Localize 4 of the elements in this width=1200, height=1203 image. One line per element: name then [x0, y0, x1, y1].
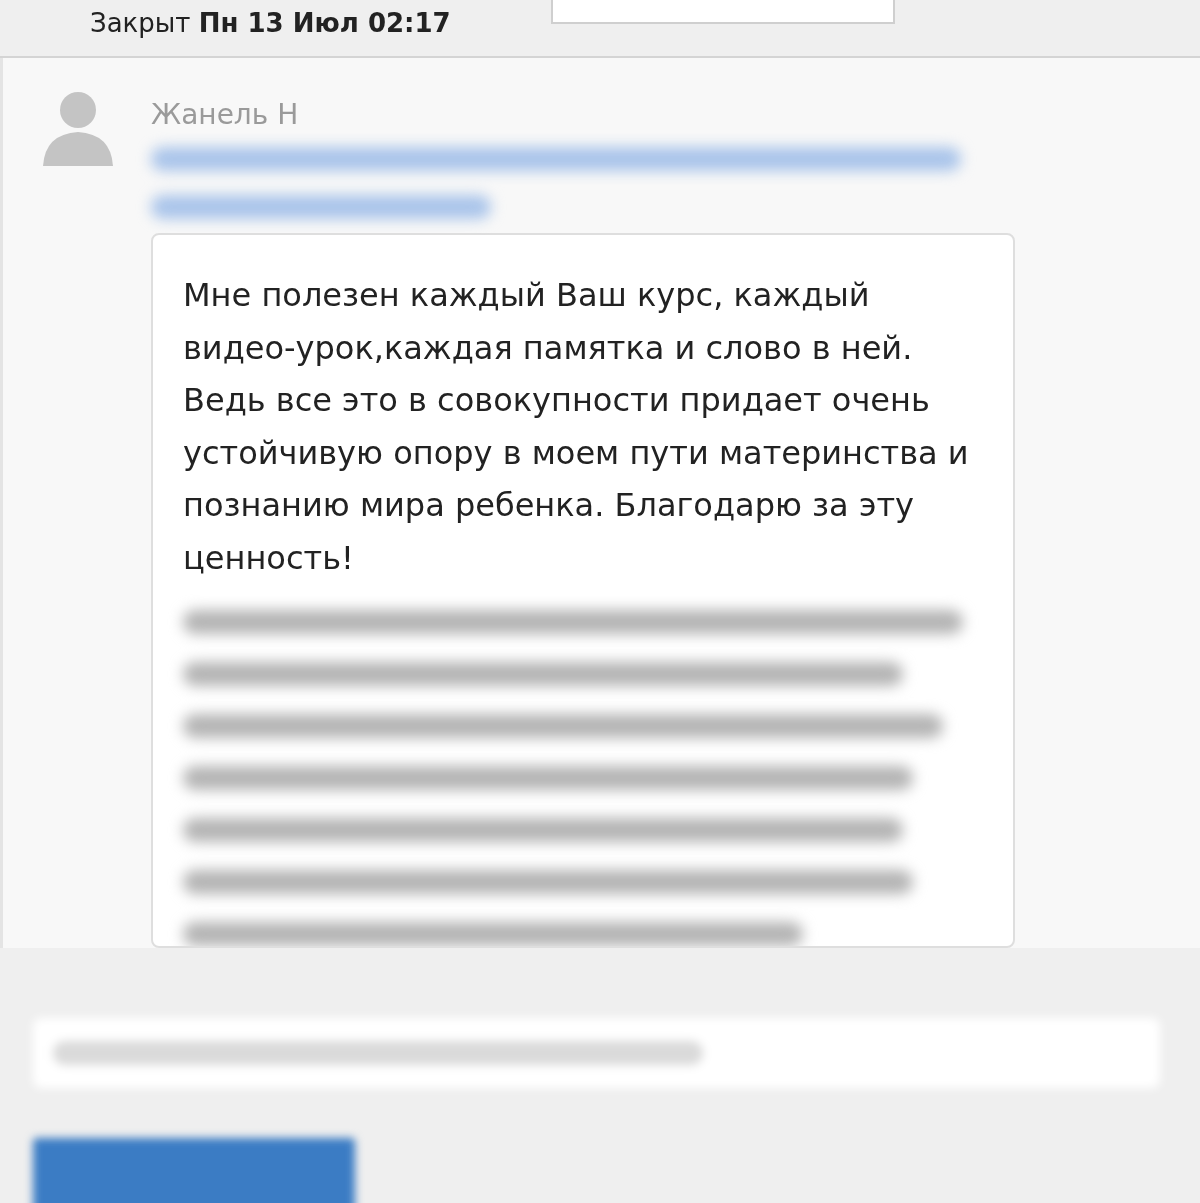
status-text: Закрыт Пн 13 Июл 02:17 — [90, 8, 451, 38]
message-text: Мне полезен каждый Ваш курс, каждый видео-урок,каждая памятка и слово в ней. Ведь все это в совокупности придает очень устойчивую опору в моем пути материнства и познанию мира ребенка. Благодарю за эту ценность! — [183, 275, 970, 579]
author-name: Жанель Н — [151, 98, 300, 131]
send-button[interactable] — [33, 1138, 355, 1203]
